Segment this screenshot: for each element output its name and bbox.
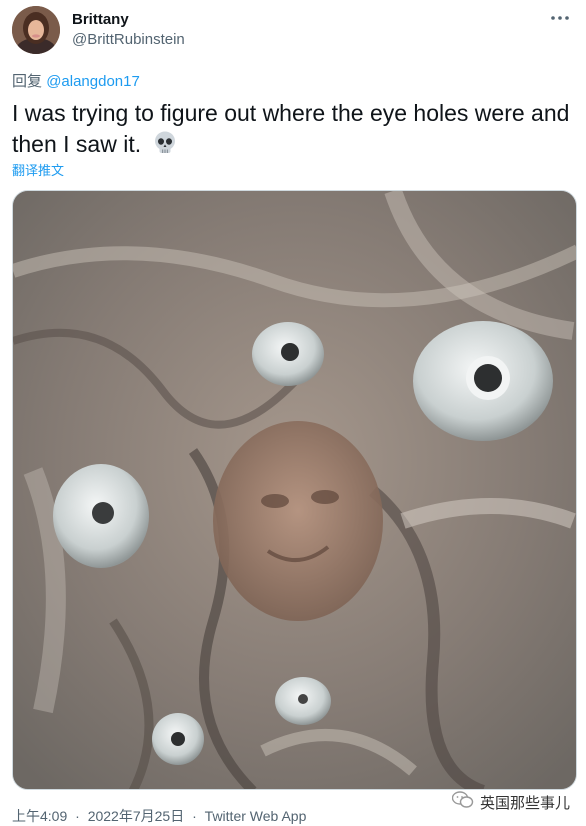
separator: · xyxy=(192,808,197,824)
tweet-metadata: 上午4:09 · 2022年7月25日 · Twitter Web App xyxy=(12,806,306,826)
translate-tweet-link[interactable]: 翻译推文 xyxy=(12,160,64,179)
watermark: 英国那些事儿 xyxy=(451,791,570,813)
tweet-source[interactable]: Twitter Web App xyxy=(205,808,307,824)
tweet-time[interactable]: 上午4:09 xyxy=(12,808,67,824)
tweet-text: I was trying to figure out where the eye… xyxy=(12,98,577,164)
eyeball-left xyxy=(53,464,149,568)
skull-icon xyxy=(152,130,178,164)
eyeball-upper xyxy=(252,322,324,386)
eyeball-bottom-mid xyxy=(275,677,331,725)
eyeball-bottom-left xyxy=(152,713,204,765)
tweet-photo[interactable] xyxy=(12,190,577,790)
author-display-name[interactable]: Brittany xyxy=(72,10,185,30)
author-handle[interactable]: @BrittRubinstein xyxy=(72,30,185,50)
avatar[interactable] xyxy=(12,6,60,54)
more-options-icon[interactable] xyxy=(548,6,572,30)
wechat-icon xyxy=(451,791,474,813)
tweet-header: Brittany @BrittRubinstein xyxy=(12,6,185,54)
tweet-date[interactable]: 2022年7月25日 xyxy=(88,808,185,824)
tweet-body: I was trying to figure out where the eye… xyxy=(12,100,570,157)
photo-icon xyxy=(13,191,576,789)
eyeball-large xyxy=(413,321,553,441)
avatar-photo-icon xyxy=(12,6,60,54)
replying-prefix: 回复 xyxy=(12,73,43,90)
watermark-text: 英国那些事儿 xyxy=(479,793,570,812)
separator: · xyxy=(75,808,80,824)
replying-to: 回复 @alangdon17 xyxy=(12,70,140,91)
reply-mention-link[interactable]: @alangdon17 xyxy=(46,73,140,90)
